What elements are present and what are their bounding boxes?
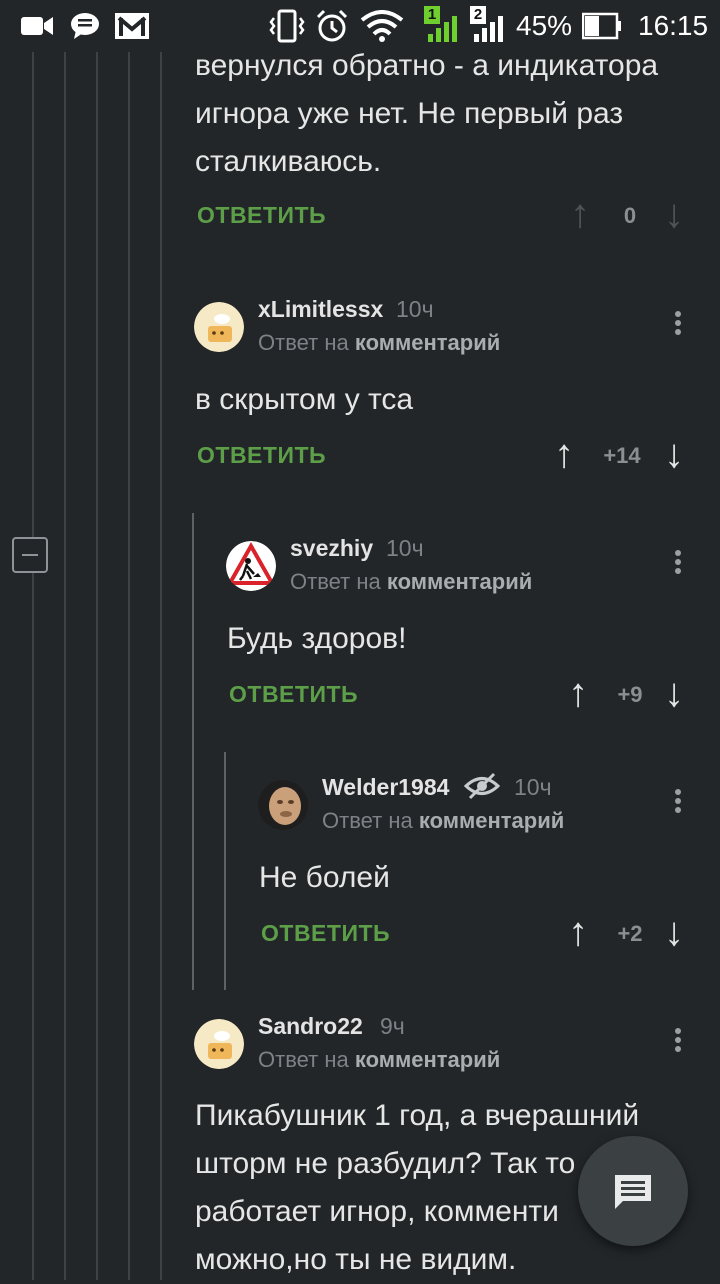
thread-depth-line [96,52,98,1280]
reply-button[interactable]: ОТВЕТИТЬ [197,442,326,469]
downvote-icon[interactable]: ↓ [664,673,684,713]
ignored-eye-icon [464,772,500,800]
message-icon [71,13,99,39]
avatar[interactable] [194,302,244,352]
comment-text-line: можно,но ты не видим. [195,1243,517,1276]
sim1-signal: 1 [424,6,462,44]
comment-score: +2 [617,921,643,946]
reply-to-info[interactable]: Ответ на комментарий [322,808,564,834]
comment-text-line: вернулся обратно - а индикатора [195,49,659,82]
author-name[interactable]: Welder1984 [322,774,449,801]
video-call-icon [21,17,53,35]
reply-button[interactable]: ОТВЕТИТЬ [261,920,390,947]
author-name[interactable]: Sandro22 [258,1013,363,1040]
avatar[interactable] [226,541,276,591]
comment-score: +9 [617,682,643,707]
downvote-icon[interactable]: ↓ [664,912,684,952]
reply-button[interactable]: ОТВЕТИТЬ [229,681,358,708]
avatar[interactable] [258,780,308,830]
comment-text: Не болей [259,861,390,894]
reply-thread-line [224,752,226,990]
comment-text-line: сталкиваюсь. [195,145,382,178]
thread-depth-line [32,52,34,1280]
reply-to-info[interactable]: Ответ на комментарий [290,569,532,595]
comment-score: +14 [603,443,641,468]
comment-text-line: Пикабушник 1 год, а вчерашний [195,1099,640,1132]
reply-to-info[interactable]: Ответ на комментарий [258,330,500,356]
reply-button[interactable]: ОТВЕТИТЬ [197,202,326,229]
comments-fab-button[interactable] [578,1136,688,1246]
upvote-icon[interactable]: ↑ [568,673,588,713]
comment-time: 10ч [386,535,424,561]
battery-icon [582,12,621,40]
alarm-icon [316,9,348,42]
more-options-icon[interactable] [673,547,683,577]
reply-thread-line [192,513,194,990]
upvote-icon[interactable]: ↑ [554,434,574,474]
more-options-icon[interactable] [673,786,683,816]
author-name[interactable]: xLimitlessx [258,296,383,323]
comment-time: 10ч [396,296,434,322]
comment-score: 0 [623,203,637,228]
comment-text: в скрытом у тса [195,383,414,416]
collapse-thread-button[interactable] [12,537,48,573]
wifi-icon [360,10,404,42]
vibrate-icon [269,9,305,43]
sim2-signal: 2 [470,6,508,44]
comment-icon [615,1175,651,1209]
more-options-icon[interactable] [673,1025,683,1055]
more-options-icon[interactable] [673,308,683,338]
reply-to-info[interactable]: Ответ на комментарий [258,1047,500,1073]
upvote-icon[interactable]: ↑ [568,912,588,952]
clock: 16:15 [638,10,709,41]
downvote-icon[interactable]: ↓ [664,194,684,234]
thread-depth-line [128,52,130,1280]
comment-time: 10ч [514,774,552,800]
comment-time: 9ч [380,1013,405,1039]
comment-text: Будь здоров! [227,622,407,655]
battery-percent: 45% [516,10,573,41]
upvote-icon[interactable]: ↑ [570,194,590,234]
comment-text-line: шторм не разбудил? Так то [195,1147,576,1180]
comment-text-line: работает игнор, комменти [195,1195,559,1228]
thread-depth-line [160,52,162,1280]
author-name[interactable]: svezhiy [290,535,373,562]
downvote-icon[interactable]: ↓ [664,434,684,474]
avatar[interactable] [194,1019,244,1069]
comment-text-line: игнора уже нет. Не первый раз [195,97,624,130]
thread-depth-line [64,52,66,1280]
gmail-icon [115,13,149,39]
